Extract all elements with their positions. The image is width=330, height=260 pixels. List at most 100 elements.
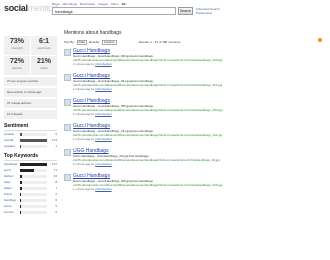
search-links: Advanced Search Preferences xyxy=(196,7,220,15)
sentiment-name[interactable]: neutral xyxy=(4,138,20,142)
time-range-select[interactable]: Anytime xyxy=(101,39,117,45)
stat-sentiment: 6:1 sentiment xyxy=(31,36,57,55)
keyword-name[interactable]: ladies xyxy=(4,186,20,190)
keyword-bar-fill xyxy=(20,180,22,184)
nav-video[interactable]: Video xyxy=(111,2,119,6)
keyword-row: women 5 xyxy=(4,209,57,215)
keyword-name[interactable]: handbags xyxy=(4,162,20,166)
logo[interactable]: socialmention xyxy=(4,3,58,13)
keyword-bar-fill xyxy=(20,204,22,208)
result-meta: 1 minute ago by photobucket xyxy=(73,187,324,191)
sentiment-bar xyxy=(20,144,47,148)
search-input[interactable] xyxy=(52,7,176,15)
keyword-bar xyxy=(20,168,47,172)
metric-last-mention: last mention 1 minute ago xyxy=(4,88,57,97)
result-item: UGG Handbags UGG Handbags - UGGHandbags_2… xyxy=(64,148,324,170)
keyword-count: 5 xyxy=(55,204,57,208)
result-meta: 1 minute ago by photobucket xyxy=(73,87,324,91)
search-button[interactable]: Search xyxy=(178,7,193,15)
sentiment-title: Sentiment xyxy=(4,123,57,131)
sentiment-bar-fill xyxy=(20,144,21,148)
rss-icon[interactable] xyxy=(318,38,322,42)
nav-blogs[interactable]: Blogs xyxy=(52,2,60,6)
header: socialmention Blogs Microblogs Bookmarks… xyxy=(0,0,330,18)
result-source-link[interactable]: photobucket xyxy=(95,87,111,91)
results-list: Gucci Handbags Gucci Handbags - GucciHand… xyxy=(64,48,324,195)
result-item: Gucci Handbags Gucci Handbags - GucciHand… xyxy=(64,48,324,70)
favicon-icon xyxy=(64,124,71,131)
keyword-count: 137 xyxy=(51,162,57,166)
sentiment-name[interactable]: negative xyxy=(4,144,20,148)
keyword-count: 6 xyxy=(55,198,57,202)
keyword-count: 10 xyxy=(53,174,57,178)
result-source-link[interactable]: photobucket xyxy=(95,187,111,191)
keyword-name[interactable]: women xyxy=(4,210,20,214)
keyword-count: 71 xyxy=(53,168,57,172)
keyword-bar-fill xyxy=(20,210,22,214)
stat-strength: 73% strength xyxy=(4,36,30,55)
keyword-name[interactable]: brand xyxy=(4,192,20,196)
sort-controls: Sort By: Date Results: Anytime Results: … xyxy=(64,39,324,45)
sentiment-count: 1 xyxy=(55,144,57,148)
keyword-bar xyxy=(20,186,47,190)
result-item: Gucci Handbags Gucci Handbags - GucciHand… xyxy=(64,123,324,145)
sentiment-bar-fill xyxy=(20,132,22,136)
sort-select[interactable]: Date xyxy=(76,39,88,45)
nav-bookmarks[interactable]: Bookmarks xyxy=(80,2,95,6)
keyword-name[interactable]: bags xyxy=(4,180,20,184)
result-time: 1 minute ago by xyxy=(73,87,96,91)
keyword-count: 5 xyxy=(55,210,57,214)
nav-microblogs[interactable]: Microblogs xyxy=(63,2,78,6)
result-time: 1 minute ago by xyxy=(73,187,96,191)
sentiment-bar xyxy=(20,138,47,142)
keyword-name[interactable]: gucci xyxy=(4,168,20,172)
main-content: Mentions about handbags Sort By: Date Re… xyxy=(64,30,324,195)
stat-passion: 72% passion xyxy=(4,56,30,75)
keywords-list: handbags 137 gucci 71 fashion 10 bags 8 ladies 7 b… xyxy=(4,161,57,215)
result-meta: 1 minute ago by photobucket xyxy=(73,137,324,141)
keyword-bar xyxy=(20,174,47,178)
result-meta: 1 minute ago by photobucket xyxy=(73,62,324,66)
nav-images[interactable]: Images xyxy=(98,2,108,6)
result-item: Gucci Handbags Gucci Handbags - GucciHand… xyxy=(64,73,324,95)
keyword-bar xyxy=(20,210,47,214)
results-count: Results: 1 - 15 of 188 mentions. xyxy=(138,40,182,44)
top-nav: Blogs Microblogs Bookmarks Images Video … xyxy=(52,2,125,6)
favicon-icon xyxy=(64,149,71,156)
sentiment-list: positive 6 neutral 173 negative 1 xyxy=(4,131,57,149)
result-source-link[interactable]: photobucket xyxy=(95,112,111,116)
sentiment-name[interactable]: positive xyxy=(4,132,20,136)
result-source-link[interactable]: photobucket xyxy=(95,137,111,141)
result-meta: 1 minute ago by photobucket xyxy=(73,112,324,116)
metric-unique-authors: 37 unique authors xyxy=(4,99,57,108)
preferences-link[interactable]: Preferences xyxy=(196,11,220,15)
favicon-icon xyxy=(64,99,71,106)
keyword-count: 7 xyxy=(55,186,57,190)
result-item: Gucci Handbags Gucci Handbags - GucciHand… xyxy=(64,173,324,195)
keyword-bar xyxy=(20,192,47,196)
keyword-bar-fill xyxy=(20,168,35,172)
nav-all[interactable]: All xyxy=(122,2,126,6)
keyword-name[interactable]: fashion xyxy=(4,174,20,178)
result-source-link[interactable]: photobucket xyxy=(95,162,111,166)
sentiment-count: 173 xyxy=(51,138,57,142)
sentiment-row: negative 1 xyxy=(4,143,57,149)
keyword-bar xyxy=(20,198,47,202)
result-time: 1 minute ago by xyxy=(73,162,96,166)
keyword-count: 8 xyxy=(55,180,57,184)
keyword-name[interactable]: purse xyxy=(4,204,20,208)
favicon-icon xyxy=(64,49,71,56)
keyword-bar xyxy=(20,180,47,184)
keyword-bar-fill xyxy=(20,198,22,202)
keyword-bar-fill xyxy=(20,186,22,190)
favicon-icon xyxy=(64,174,71,181)
result-time: 1 minute ago by xyxy=(73,137,96,141)
keyword-bar xyxy=(20,204,47,208)
results-label: Results: xyxy=(89,40,100,44)
result-meta: 1 minute ago by photobucket xyxy=(73,162,324,166)
result-time: 1 minute ago by xyxy=(73,62,96,66)
favicon-icon xyxy=(64,74,71,81)
keyword-name[interactable]: handbag xyxy=(4,198,20,202)
sort-label: Sort By: xyxy=(64,40,75,44)
result-source-link[interactable]: photobucket xyxy=(95,62,111,66)
